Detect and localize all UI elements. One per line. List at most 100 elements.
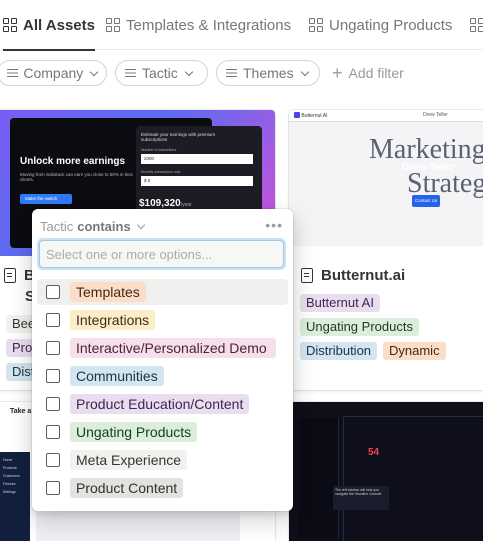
filter-themes[interactable]: Themes bbox=[216, 60, 320, 86]
option-integrations[interactable]: Integrations bbox=[37, 307, 288, 333]
page: All Assets Templates & Integrations Unga… bbox=[0, 0, 483, 541]
tab-label: All Assets bbox=[23, 16, 95, 34]
checkbox[interactable] bbox=[46, 369, 60, 383]
document-icon bbox=[4, 268, 16, 283]
filter-label: Tactic bbox=[142, 65, 178, 81]
list-icon bbox=[7, 68, 19, 78]
checkbox[interactable] bbox=[46, 285, 60, 299]
preview-menu-item: Settings bbox=[3, 490, 16, 494]
option-templates[interactable]: Templates bbox=[37, 279, 288, 305]
logo-icon bbox=[294, 112, 300, 118]
card-title: B bbox=[4, 267, 35, 284]
grid-icon bbox=[470, 18, 483, 32]
preview-metric: 54 bbox=[368, 447, 380, 458]
card-tag: Dynamic bbox=[383, 342, 446, 360]
option-tag: Product Education/Content bbox=[70, 394, 250, 414]
more-options-icon[interactable]: ••• bbox=[265, 217, 283, 233]
card-tag: Butternut AI bbox=[300, 294, 380, 312]
preview-menu-item: Products bbox=[3, 466, 17, 470]
preview-navbar: Butternut AI Drew Teller bbox=[289, 110, 483, 122]
preview-heading: Take a bbox=[10, 408, 32, 415]
preview-result-value: $109,320 bbox=[139, 198, 181, 209]
preview-icon-row bbox=[36, 512, 240, 541]
asset-card[interactable]: 54 The left sidebar will help you naviga… bbox=[289, 402, 483, 541]
card-title: Butternut.ai bbox=[301, 267, 405, 284]
filter-tactic[interactable]: Tactic bbox=[115, 60, 208, 86]
checkbox[interactable] bbox=[46, 453, 60, 467]
option-meta-experience[interactable]: Meta Experience bbox=[37, 447, 288, 473]
preview-nav-center: Drew Teller bbox=[423, 112, 448, 118]
add-filter-button[interactable]: + Add filter bbox=[332, 60, 404, 86]
option-tag: Templates bbox=[70, 282, 146, 302]
option-tag: Integrations bbox=[70, 310, 156, 330]
preview-tooltip: The left sidebar will help you navigate … bbox=[333, 486, 389, 510]
preview-sidebar: Home Products Customers Fixtures Setting… bbox=[0, 452, 30, 541]
preview-dashboard: 54 bbox=[343, 416, 483, 541]
option-product-content[interactable]: Product Content bbox=[37, 475, 288, 501]
filter-property: Tactic bbox=[40, 218, 74, 234]
preview-field-label: Monthly subscription cost bbox=[141, 170, 181, 174]
preview-brand: Butternut AI bbox=[294, 112, 328, 119]
preview-result-unit: /year bbox=[180, 202, 192, 208]
filter-operator: contains bbox=[77, 218, 131, 234]
checkbox[interactable] bbox=[46, 313, 60, 327]
filter-label: Themes bbox=[243, 65, 294, 81]
asset-card-butternut[interactable]: Butternut AI Drew Teller Marketing Strat… bbox=[289, 110, 483, 390]
list-icon bbox=[125, 68, 136, 78]
option-tag: Communities bbox=[70, 366, 164, 386]
checkbox[interactable] bbox=[46, 397, 60, 411]
view-tabs: All Assets Templates & Integrations Unga… bbox=[0, 0, 483, 51]
filter-label: Company bbox=[23, 65, 84, 81]
preview-menu-item: Home bbox=[3, 458, 13, 462]
checkbox[interactable] bbox=[46, 341, 60, 355]
list-icon bbox=[226, 68, 237, 78]
option-product-education[interactable]: Product Education/Content bbox=[37, 391, 288, 417]
preview-field: $ 5 bbox=[141, 176, 253, 186]
plus-icon: + bbox=[332, 63, 343, 83]
option-tag: Ungating Products bbox=[70, 422, 198, 442]
filter-company[interactable]: Company bbox=[0, 60, 107, 86]
preview-button: Contact Us bbox=[412, 195, 440, 207]
preview-calc-title: Estimate your earnings with premium subs… bbox=[141, 132, 216, 142]
preview-field-label: Number of subscribers bbox=[141, 148, 177, 152]
preview-name: Drew Teller bbox=[402, 162, 456, 173]
card-thumbnail: 54 The left sidebar will help you naviga… bbox=[289, 402, 483, 541]
card-tag: Distribution bbox=[300, 342, 378, 360]
checkbox[interactable] bbox=[46, 481, 60, 495]
option-tag: Meta Experience bbox=[70, 450, 188, 470]
option-interactive-demo[interactable]: Interactive/Personalized Demo bbox=[37, 335, 288, 361]
card-tag: Ungating Products bbox=[300, 318, 419, 336]
filter-condition[interactable]: Tactic contains bbox=[40, 217, 145, 235]
chevron-down-icon bbox=[136, 220, 145, 229]
tab-templates-integrations[interactable]: Templates & Integrations bbox=[106, 0, 291, 50]
option-communities[interactable]: Communities bbox=[37, 363, 288, 389]
tactic-filter-dropdown: Tactic contains ••• Templates Integratio… bbox=[32, 209, 293, 511]
tab-overflow[interactable] bbox=[470, 0, 483, 50]
chevron-down-icon bbox=[300, 67, 309, 76]
options-search-input[interactable] bbox=[39, 240, 284, 268]
preview-brand-text: Butternut AI bbox=[301, 113, 328, 119]
preview-result: $109,320/year bbox=[139, 198, 192, 209]
preview-menu-item: Fixtures bbox=[3, 482, 16, 486]
preview-menu-item: Customers bbox=[3, 474, 20, 478]
preview-field: 2000 bbox=[141, 154, 253, 164]
option-tag: Product Content bbox=[70, 478, 184, 498]
preview-sidebar bbox=[299, 418, 339, 538]
grid-icon bbox=[309, 18, 323, 32]
preview-body: Moving from Substack can earn you close … bbox=[20, 172, 133, 182]
tab-label: Ungating Products bbox=[329, 16, 453, 34]
tab-ungating-products[interactable]: Ungating Products bbox=[309, 0, 452, 50]
preview-headline: Unlock more earnings bbox=[20, 156, 126, 167]
option-ungating-products[interactable]: Ungating Products bbox=[37, 419, 288, 445]
checkbox[interactable] bbox=[46, 425, 60, 439]
grid-icon bbox=[106, 18, 120, 32]
tab-all-assets[interactable]: All Assets bbox=[3, 0, 95, 51]
card-title-text: Butternut.ai bbox=[321, 267, 406, 284]
preview-cta: Make the switch bbox=[20, 194, 72, 204]
chevron-down-icon bbox=[184, 67, 194, 76]
chevron-down-icon bbox=[89, 67, 99, 76]
tab-label: Templates & Integrations bbox=[126, 16, 292, 34]
option-tag: Interactive/Personalized Demo bbox=[70, 338, 276, 358]
document-icon bbox=[301, 268, 313, 283]
grid-icon bbox=[3, 18, 17, 32]
